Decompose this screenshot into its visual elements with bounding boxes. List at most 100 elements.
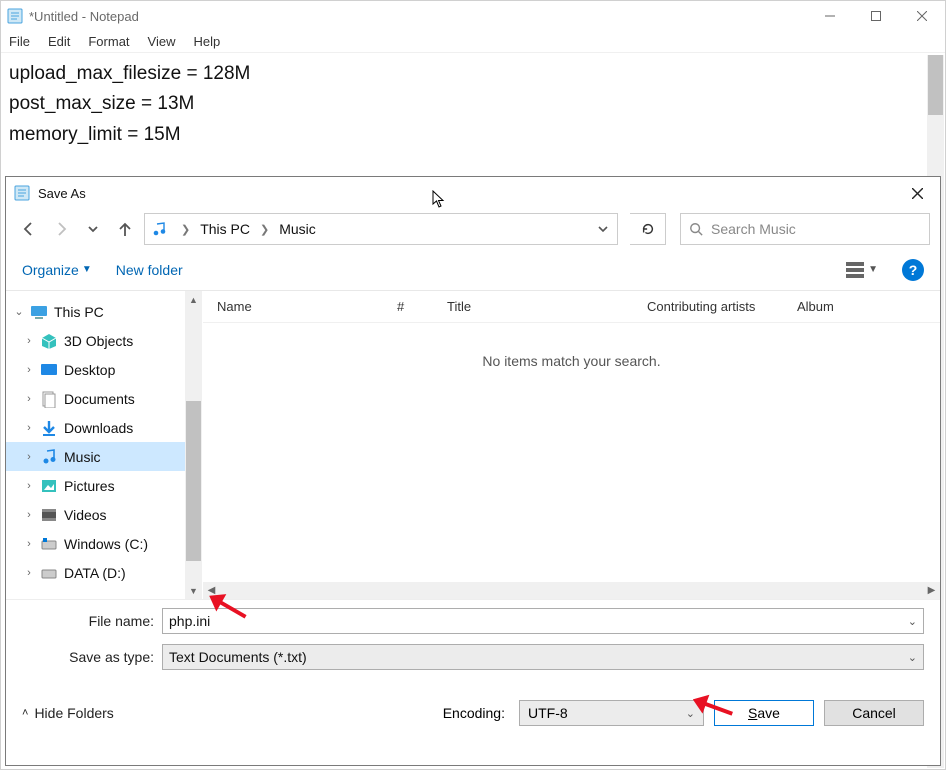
col-album[interactable]: Album [783,299,883,314]
editor-line: upload_max_filesize = 128M [9,59,937,89]
menu-view[interactable]: View [148,34,176,49]
nav-back-button[interactable] [16,215,42,243]
search-input[interactable]: Search Music [680,213,930,245]
downloads-icon [40,419,58,437]
chevron-down-icon[interactable]: ⌄ [908,615,917,628]
file-list[interactable]: Name # Title Contributing artists Album … [203,291,940,599]
notepad-icon [7,8,23,24]
search-icon [689,222,703,236]
chevron-right-icon: › [24,451,34,463]
tree-item-downloads[interactable]: › Downloads [6,413,185,442]
nav-recent-button[interactable] [80,215,106,243]
cube-icon [40,332,58,350]
encoding-label: Encoding: [443,705,505,721]
breadcrumb-this-pc[interactable]: This PC [196,221,254,237]
scroll-left-icon[interactable]: ◀ [203,585,220,596]
scroll-right-icon[interactable]: ▶ [923,585,940,596]
organize-menu[interactable]: Organize▼ [22,262,92,278]
col-name[interactable]: Name [203,299,383,314]
chevron-right-icon: › [24,538,34,550]
chevron-right-icon: › [24,393,34,405]
refresh-button[interactable] [630,213,666,245]
save-button[interactable]: Save [714,700,814,726]
notepad-textarea[interactable]: upload_max_filesize = 128M post_max_size… [1,53,945,156]
dialog-footer: ˄ Hide Folders Encoding: UTF-8 ⌄ Save Ca… [6,686,940,740]
dialog-middle: ⌄ This PC › 3D Objects › Desktop › Docum… [6,291,940,599]
documents-icon [40,390,58,408]
col-title[interactable]: Title [433,299,633,314]
chevron-right-icon: ❯ [254,223,275,236]
chevron-right-icon: › [24,509,34,521]
dialog-titlebar[interactable]: Save As [6,177,940,209]
notepad-menubar: File Edit Format View Help [1,31,945,53]
filename-label: File name: [22,613,162,629]
chevron-down-icon[interactable]: ⌄ [908,651,917,664]
breadcrumb-bar[interactable]: ❯ This PC ❯ Music [144,213,618,245]
notepad-titlebar[interactable]: *Untitled - Notepad [1,1,945,31]
videos-icon [40,506,58,524]
filename-input[interactable]: php.ini ⌄ [162,608,924,634]
dialog-toolbar: Organize▼ New folder ▼ ? [6,249,940,291]
dialog-title: Save As [38,186,894,201]
breadcrumb-dropdown[interactable] [589,223,617,235]
savetype-select[interactable]: Text Documents (*.txt) ⌄ [162,644,924,670]
dialog-fields: File name: php.ini ⌄ Save as type: Text … [6,599,940,686]
tree-item-desktop[interactable]: › Desktop [6,355,185,384]
scroll-down-icon[interactable]: ▼ [185,582,202,599]
tree-item-drive-d[interactable]: › DATA (D:) [6,558,185,587]
menu-file[interactable]: File [9,34,30,49]
tree-item-pictures[interactable]: › Pictures [6,471,185,500]
tree-this-pc[interactable]: ⌄ This PC [6,297,185,326]
scroll-up-icon[interactable]: ▲ [185,291,202,308]
menu-format[interactable]: Format [88,34,129,49]
folder-tree[interactable]: ⌄ This PC › 3D Objects › Desktop › Docum… [6,291,186,599]
file-hscrollbar[interactable]: ◀ ▶ [203,582,940,599]
chevron-down-icon[interactable]: ⌄ [686,707,695,720]
help-button[interactable]: ? [902,259,924,281]
dialog-close-button[interactable] [894,177,940,209]
tree-item-music[interactable]: › Music [6,442,185,471]
chevron-right-icon: › [24,480,34,492]
chevron-down-icon: ⌄ [14,305,24,318]
nav-up-button[interactable] [112,215,138,243]
chevron-right-icon: ❯ [175,223,196,236]
column-headers[interactable]: Name # Title Contributing artists Album [203,291,940,323]
editor-line: memory_limit = 15M [9,120,937,150]
menu-edit[interactable]: Edit [48,34,70,49]
maximize-button[interactable] [853,1,899,31]
editor-line: post_max_size = 13M [9,89,937,119]
view-options-button[interactable]: ▼ [846,262,878,278]
tree-item-documents[interactable]: › Documents [6,384,185,413]
tree-scrollbar[interactable]: ▲ ▼ [185,291,202,599]
dialog-navrow: ❯ This PC ❯ Music Search Music [6,209,940,249]
menu-help[interactable]: Help [193,34,220,49]
close-button[interactable] [899,1,945,31]
chevron-right-icon: › [24,567,34,579]
chevron-right-icon: › [24,364,34,376]
tree-item-videos[interactable]: › Videos [6,500,185,529]
minimize-button[interactable] [807,1,853,31]
pc-icon [30,303,48,321]
savetype-label: Save as type: [22,649,162,665]
tree-item-3d-objects[interactable]: › 3D Objects [6,326,185,355]
hide-folders-button[interactable]: ˄ Hide Folders [22,705,114,721]
drive-icon [40,535,58,553]
desktop-icon [40,361,58,379]
drive-icon [40,564,58,582]
search-placeholder: Search Music [711,221,796,237]
col-number[interactable]: # [383,299,433,314]
notepad-icon [14,185,30,201]
music-icon [40,448,58,466]
breadcrumb-music[interactable]: Music [275,221,320,237]
music-icon [151,221,167,237]
cancel-button[interactable]: Cancel [824,700,924,726]
col-contrib[interactable]: Contributing artists [633,299,783,314]
encoding-select[interactable]: UTF-8 ⌄ [519,700,704,726]
new-folder-button[interactable]: New folder [116,262,183,278]
empty-message: No items match your search. [203,353,940,369]
cursor-icon [432,190,446,211]
chevron-right-icon: › [24,335,34,347]
tree-item-drive-c[interactable]: › Windows (C:) [6,529,185,558]
nav-forward-button[interactable] [48,215,74,243]
save-as-dialog: Save As ❯ This PC ❯ Music Sea [5,176,941,766]
